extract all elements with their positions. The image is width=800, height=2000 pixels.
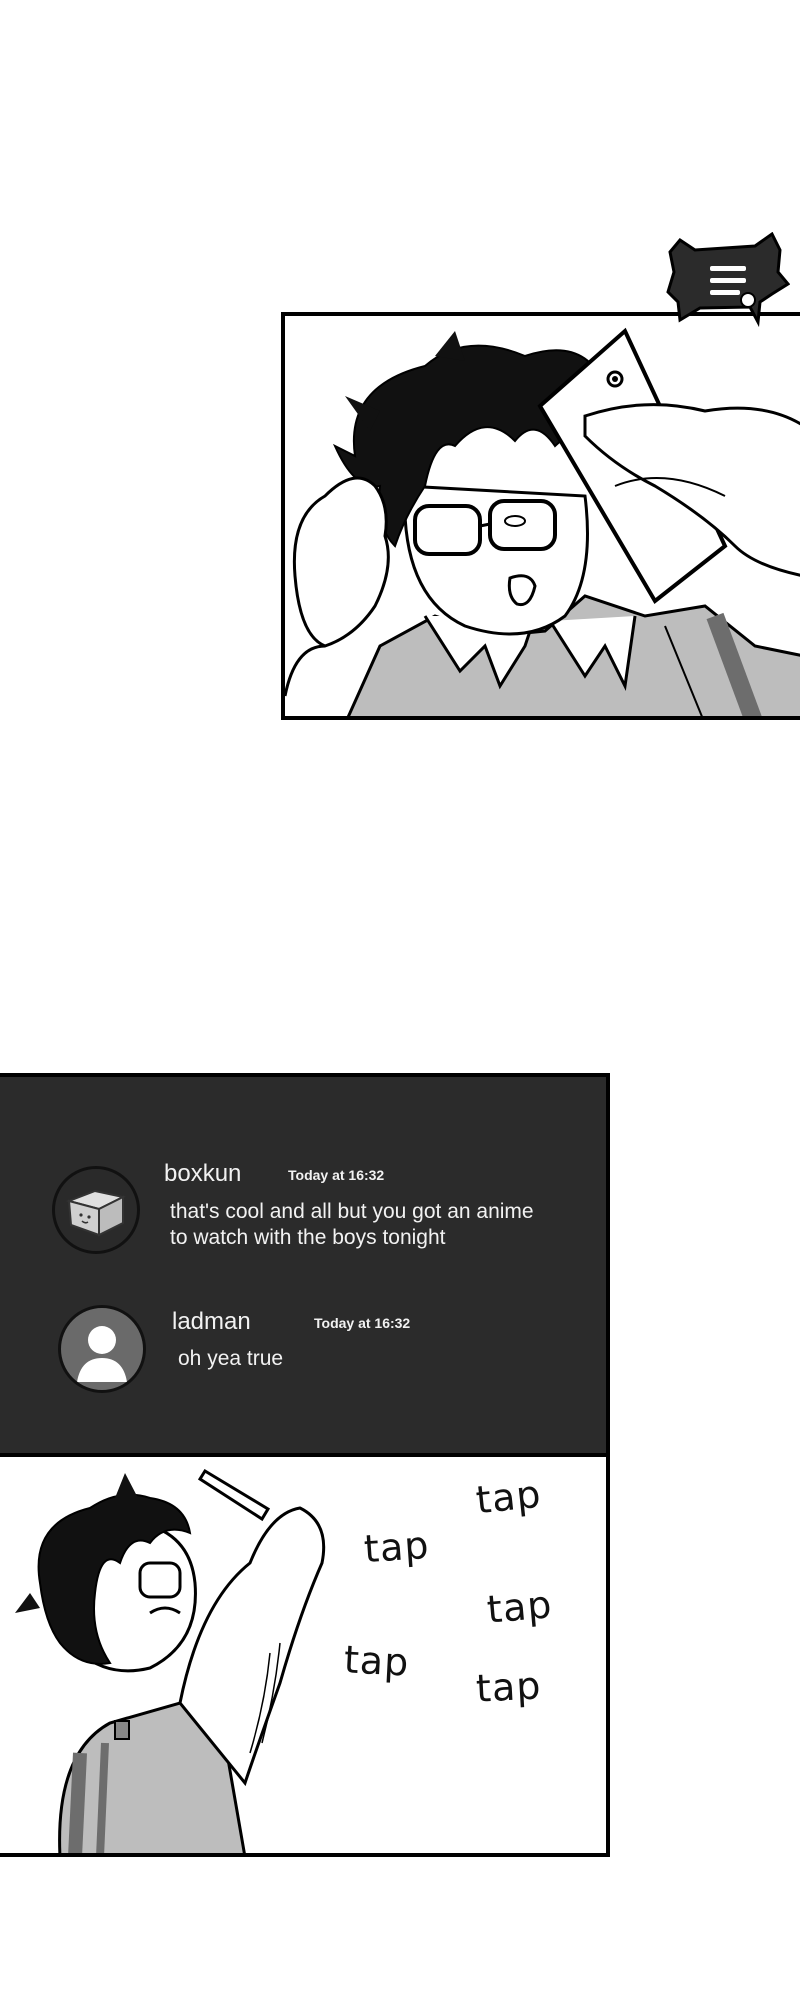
panel-divider [0, 1453, 610, 1457]
chat-message: boxkun Today at 16:32 that's cool and al… [0, 1077, 600, 1277]
sfx-tap: tap [474, 1663, 543, 1711]
sfx-tap: tap [342, 1637, 411, 1685]
chat-window: boxkun Today at 16:32 that's cool and al… [0, 1073, 610, 1457]
chat-message: ladman Today at 16:32 oh yea true [0, 1277, 600, 1437]
notification-bubble [660, 232, 790, 362]
avatar[interactable] [52, 1166, 140, 1254]
avatar[interactable] [58, 1305, 146, 1393]
username[interactable]: boxkun [164, 1160, 241, 1188]
man-with-phone-illustration [285, 327, 800, 716]
message-text: oh yea true [178, 1347, 284, 1370]
sfx-tap: tap [485, 1582, 555, 1632]
timestamp: Today at 16:32 [314, 1315, 411, 1331]
notification-menu-icon [666, 232, 790, 328]
box-icon [65, 1189, 126, 1237]
message-text: that's cool and all but you got an anime… [170, 1200, 534, 1249]
timestamp: Today at 16:32 [288, 1167, 385, 1183]
comic-panel-tapping: tap tap tap tap tap [0, 1453, 610, 1857]
username[interactable]: ladman [172, 1308, 251, 1336]
comic-panel-phone [281, 312, 800, 720]
sfx-tap: tap [362, 1522, 431, 1572]
default-user-icon [77, 1326, 127, 1382]
sfx-tap: tap [473, 1471, 544, 1523]
